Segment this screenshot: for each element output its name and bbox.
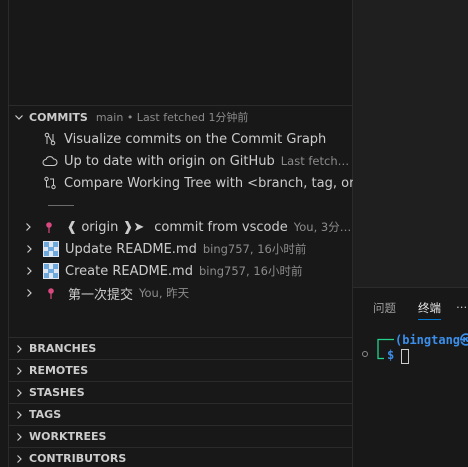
compare-working-tree-action[interactable]: Compare Working Tree with <branch, tag, … (9, 172, 353, 194)
section-title: STASHES (29, 386, 85, 399)
activity-strip (0, 0, 9, 467)
terminal-prompt-user: (bingtang㉿ (395, 333, 468, 347)
contributors-section-header[interactable]: CONTRIBUTORS (9, 447, 353, 467)
section-title: CONTRIBUTORS (29, 452, 127, 465)
branch-badge: ❰ origin ❱➤ (66, 219, 145, 235)
action-label: Compare Working Tree with <branch, tag, … (64, 175, 353, 191)
branches-section-header[interactable]: BRANCHES (9, 337, 353, 359)
terminal-view[interactable]: (bingtang㉿ $ (353, 322, 468, 467)
remotes-section-header[interactable]: REMOTES (9, 359, 353, 381)
graph-icon (41, 130, 59, 148)
visualize-commit-graph-action[interactable]: Visualize commits on the Commit Graph (9, 128, 353, 150)
worktrees-section-header[interactable]: WORKTREES (9, 425, 353, 447)
commit-message: commit from vscode (154, 219, 288, 235)
action-label: Visualize commits on the Commit Graph (64, 131, 327, 147)
commit-meta: bing757, 16小时前 (202, 242, 307, 256)
commit-message: Update README.md (65, 241, 197, 257)
commit-pin-icon (42, 284, 60, 302)
commit-item[interactable]: 第一次提交 You, 昨天 (9, 282, 353, 304)
commit-message: 第一次提交 (68, 287, 134, 303)
chevron-right-icon (9, 432, 29, 442)
commit-pin-icon (40, 218, 58, 236)
commits-section-header[interactable]: COMMITS main • Last fetched 1分钟前 (9, 107, 353, 127)
panel-area: 问题 终端 ⋯ (bingtang㉿ $ (353, 0, 468, 467)
commit-meta: bing757, 16小时前 (198, 264, 303, 278)
command-decoration-icon (362, 351, 368, 357)
terminal-cursor (401, 349, 409, 364)
panel-tabs: 问题 终端 ⋯ (353, 298, 468, 320)
chevron-right-icon (23, 288, 35, 298)
chevron-right-icon (9, 410, 29, 420)
separator (48, 205, 74, 206)
action-label: Up to date with origin on GitHub (64, 153, 275, 169)
commits-description: main • Last fetched 1分钟前 (95, 111, 249, 124)
commits-title: COMMITS (29, 110, 88, 124)
action-description: Last fetched … (280, 154, 353, 168)
tags-section-header[interactable]: TAGS (9, 403, 353, 425)
stashes-section-header[interactable]: STASHES (9, 381, 353, 403)
commit-item[interactable]: Create README.md bing757, 16小时前 (9, 260, 353, 282)
chevron-right-icon (23, 244, 35, 254)
chevron-down-icon (9, 112, 29, 122)
commit-item[interactable]: ❰ origin ❱➤ commit from vscode You, 3分钟前 (9, 216, 353, 238)
avatar (42, 240, 60, 258)
commit-message: Create README.md (65, 263, 193, 279)
avatar (42, 262, 60, 280)
chevron-right-icon (9, 344, 29, 354)
section-title: WORKTREES (29, 430, 107, 443)
commit-item[interactable]: Update README.md bing757, 16小时前 (9, 238, 353, 260)
terminal-prompt-symbol: $ (387, 348, 395, 362)
chevron-right-icon (9, 454, 29, 464)
more-actions-icon[interactable]: ⋯ (456, 298, 468, 317)
up-to-date-status[interactable]: Up to date with origin on GitHub Last fe… (9, 150, 353, 172)
section-title: BRANCHES (29, 342, 97, 355)
chevron-right-icon (9, 366, 29, 376)
tab-terminal[interactable]: 终端 (418, 298, 441, 320)
cloud-icon (41, 152, 59, 170)
section-divider (9, 105, 353, 106)
editor-area (353, 0, 468, 288)
commit-meta: You, 3分钟前 (293, 220, 353, 234)
chevron-right-icon (23, 222, 33, 232)
chevron-right-icon (9, 388, 29, 398)
section-title: REMOTES (29, 364, 89, 377)
gitlens-sidebar: COMMITS main • Last fetched 1分钟前 Visuali… (9, 0, 353, 467)
chevron-right-icon (23, 266, 35, 276)
tab-problems[interactable]: 问题 (373, 298, 396, 319)
compare-icon (41, 174, 59, 192)
commit-meta: You, 昨天 (139, 286, 190, 300)
section-title: TAGS (29, 408, 62, 421)
